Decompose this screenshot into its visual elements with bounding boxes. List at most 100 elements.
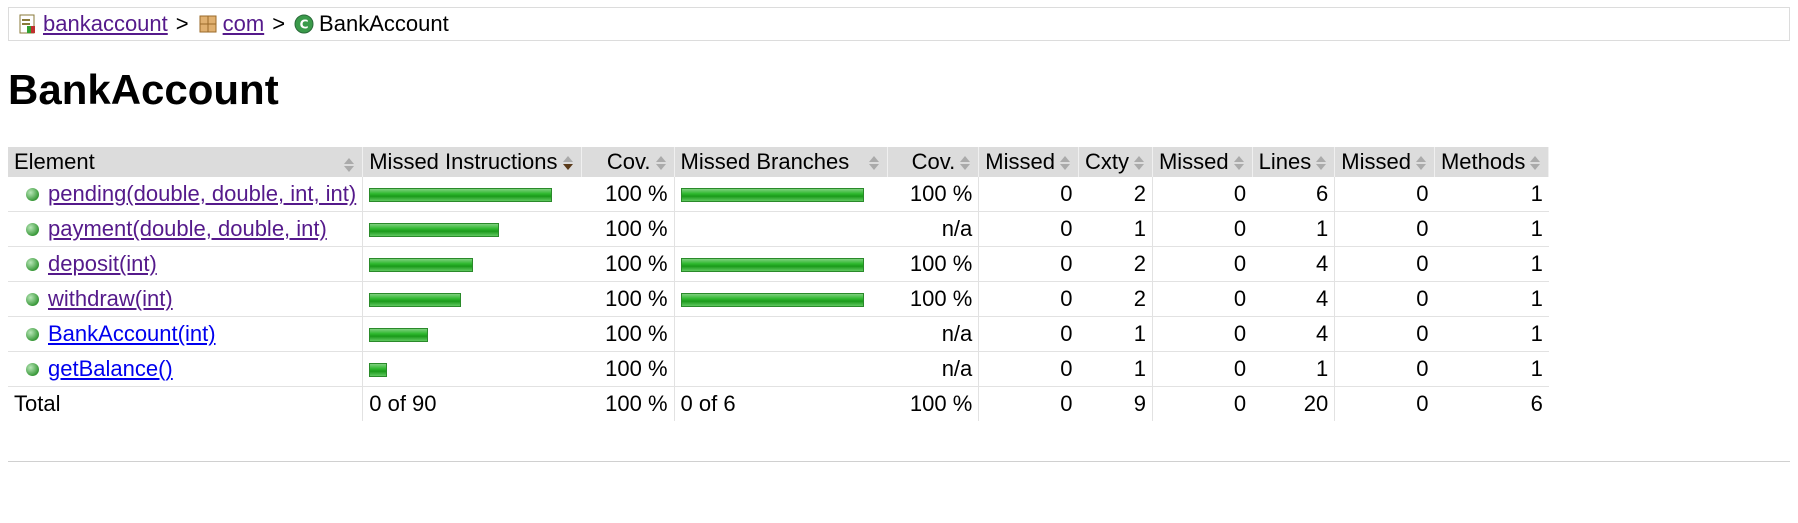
missed-methods-cell: 0 — [1334, 177, 1435, 212]
table-row: getBalance() 100 % n/a 0 1 0 1 0 1 — [8, 351, 1549, 387]
cxty-cell: 2 — [1078, 177, 1153, 212]
sort-icon — [1528, 155, 1542, 171]
branches-cov-cell: 100 % — [887, 177, 979, 212]
methods-cell: 1 — [1434, 316, 1549, 352]
breadcrumb-separator: > — [175, 11, 189, 36]
header-element[interactable]: Element — [8, 147, 364, 177]
total-instructions-cov: 100 % — [605, 391, 668, 416]
sort-icon — [867, 155, 881, 171]
branches-cov-cell: 100 % — [887, 246, 979, 282]
methods-cell: 1 — [1434, 177, 1549, 212]
missed-cxty-cell: 0 — [978, 316, 1079, 352]
missed-methods-cell: 0 — [1334, 211, 1435, 247]
lines-cell: 1 — [1252, 351, 1335, 387]
missed-lines-cell: 0 — [1151, 177, 1253, 212]
instructions-coverage-bar — [369, 328, 429, 343]
instructions-cov-cell: 100 % — [581, 211, 675, 247]
breadcrumb-current: BankAccount — [319, 11, 449, 36]
cxty-cell: 2 — [1078, 246, 1153, 282]
header-branches-cov[interactable]: Cov. — [887, 147, 980, 177]
sort-desc-icon — [561, 155, 575, 171]
missed-lines-cell: 0 — [1151, 281, 1253, 317]
instructions-coverage-bar — [369, 223, 500, 238]
method-icon — [26, 187, 39, 201]
svg-text:C: C — [300, 18, 309, 32]
lines-cell: 4 — [1252, 281, 1335, 317]
missed-branches-cell — [673, 316, 888, 352]
breadcrumb-link-bankaccount[interactable]: bankaccount — [43, 11, 168, 37]
missed-instructions-cell — [362, 281, 582, 317]
methods-cell: 1 — [1434, 246, 1549, 282]
class-icon: C — [293, 13, 315, 35]
sort-icon — [1232, 155, 1246, 171]
missed-cxty-cell: 0 — [978, 211, 1079, 247]
header-missed-lines[interactable]: Missed — [1152, 147, 1253, 177]
header-cxty[interactable]: Cxty — [1078, 147, 1153, 177]
missed-instructions-cell — [362, 351, 582, 387]
sort-icon — [1058, 155, 1072, 171]
instructions-cov-cell: 100 % — [581, 177, 675, 212]
missed-methods-cell: 0 — [1334, 281, 1435, 317]
table-row: deposit(int) 100 % 100 % 0 2 0 4 0 1 — [8, 246, 1549, 282]
table-row: withdraw(int) 100 % 100 % 0 2 0 4 0 1 — [8, 281, 1549, 317]
missed-instructions-cell — [362, 246, 582, 282]
table-row: payment(double, double, int) 100 % n/a 0 1 0 1… — [8, 211, 1549, 247]
table-total-row: Total 0 of 90 100 % 0 of 6 100 % 0 9 0 2… — [8, 386, 1549, 421]
branches-cov-cell: n/a — [887, 211, 979, 247]
method-link[interactable]: pending(double, double, int, int) — [48, 181, 356, 207]
lines-cell: 4 — [1252, 246, 1335, 282]
instructions-coverage-bar — [369, 258, 474, 273]
header-missed-instructions[interactable]: Missed Instructions — [362, 147, 582, 177]
missed-cxty-cell: 0 — [978, 351, 1079, 387]
header-missed-methods[interactable]: Missed — [1334, 147, 1435, 177]
missed-methods-cell: 0 — [1334, 351, 1435, 387]
header-lines[interactable]: Lines — [1252, 147, 1336, 177]
instructions-coverage-bar — [369, 363, 388, 378]
method-link[interactable]: getBalance() — [48, 356, 173, 382]
breadcrumb-separator: > — [272, 11, 286, 36]
methods-cell: 1 — [1434, 281, 1549, 317]
total-missed-branches: 0 of 6 — [673, 386, 888, 421]
missed-lines-cell: 0 — [1151, 211, 1253, 247]
total-missed-instructions: 0 of 90 — [362, 386, 582, 421]
branches-coverage-bar — [680, 188, 864, 203]
sort-icon — [342, 157, 356, 173]
missed-methods-cell: 0 — [1334, 316, 1435, 352]
method-icon — [26, 292, 39, 306]
missed-instructions-cell — [362, 177, 582, 212]
cxty-cell: 1 — [1078, 316, 1153, 352]
header-missed-branches[interactable]: Missed Branches — [674, 147, 889, 177]
branches-cov-cell: n/a — [887, 316, 979, 352]
cxty-cell: 1 — [1078, 351, 1153, 387]
table-row: pending(double, double, int, int) 100 % 10… — [8, 177, 1549, 212]
instructions-cov-cell: 100 % — [581, 351, 675, 387]
header-missed-cxty[interactable]: Missed — [978, 147, 1079, 177]
total-methods: 6 — [1530, 391, 1543, 416]
breadcrumb-item-report[interactable]: bankaccount — [17, 11, 168, 37]
breadcrumb-link-com[interactable]: com — [223, 11, 265, 37]
method-link[interactable]: deposit(int) — [48, 251, 157, 277]
missed-branches-cell — [673, 246, 888, 282]
method-link[interactable]: BankAccount(int) — [48, 321, 216, 347]
missed-instructions-cell — [362, 316, 582, 352]
lines-cell: 1 — [1252, 211, 1335, 247]
header-instructions-cov[interactable]: Cov. — [581, 147, 675, 177]
total-missed-cxty: 0 — [978, 386, 1079, 421]
cxty-cell: 2 — [1078, 281, 1153, 317]
method-icon — [26, 257, 39, 271]
breadcrumb-item-package[interactable]: com — [197, 11, 265, 37]
missed-cxty-cell: 0 — [978, 177, 1079, 212]
missed-lines-cell: 0 — [1151, 246, 1253, 282]
header-methods[interactable]: Methods — [1434, 147, 1550, 177]
method-link[interactable]: payment(double, double, int) — [48, 216, 327, 242]
lines-cell: 6 — [1252, 177, 1335, 212]
element-cell: deposit(int) — [8, 246, 363, 282]
total-missed-lines: 0 — [1151, 386, 1253, 421]
sort-icon — [1314, 155, 1328, 171]
branches-cov-cell: n/a — [887, 351, 979, 387]
branches-coverage-bar — [680, 293, 864, 308]
coverage-table: Element Missed Instructions Cov. Missed … — [8, 147, 1550, 421]
element-cell: BankAccount(int) — [8, 316, 363, 352]
breadcrumb-item-class: C BankAccount — [293, 11, 449, 37]
method-link[interactable]: withdraw(int) — [48, 286, 173, 312]
